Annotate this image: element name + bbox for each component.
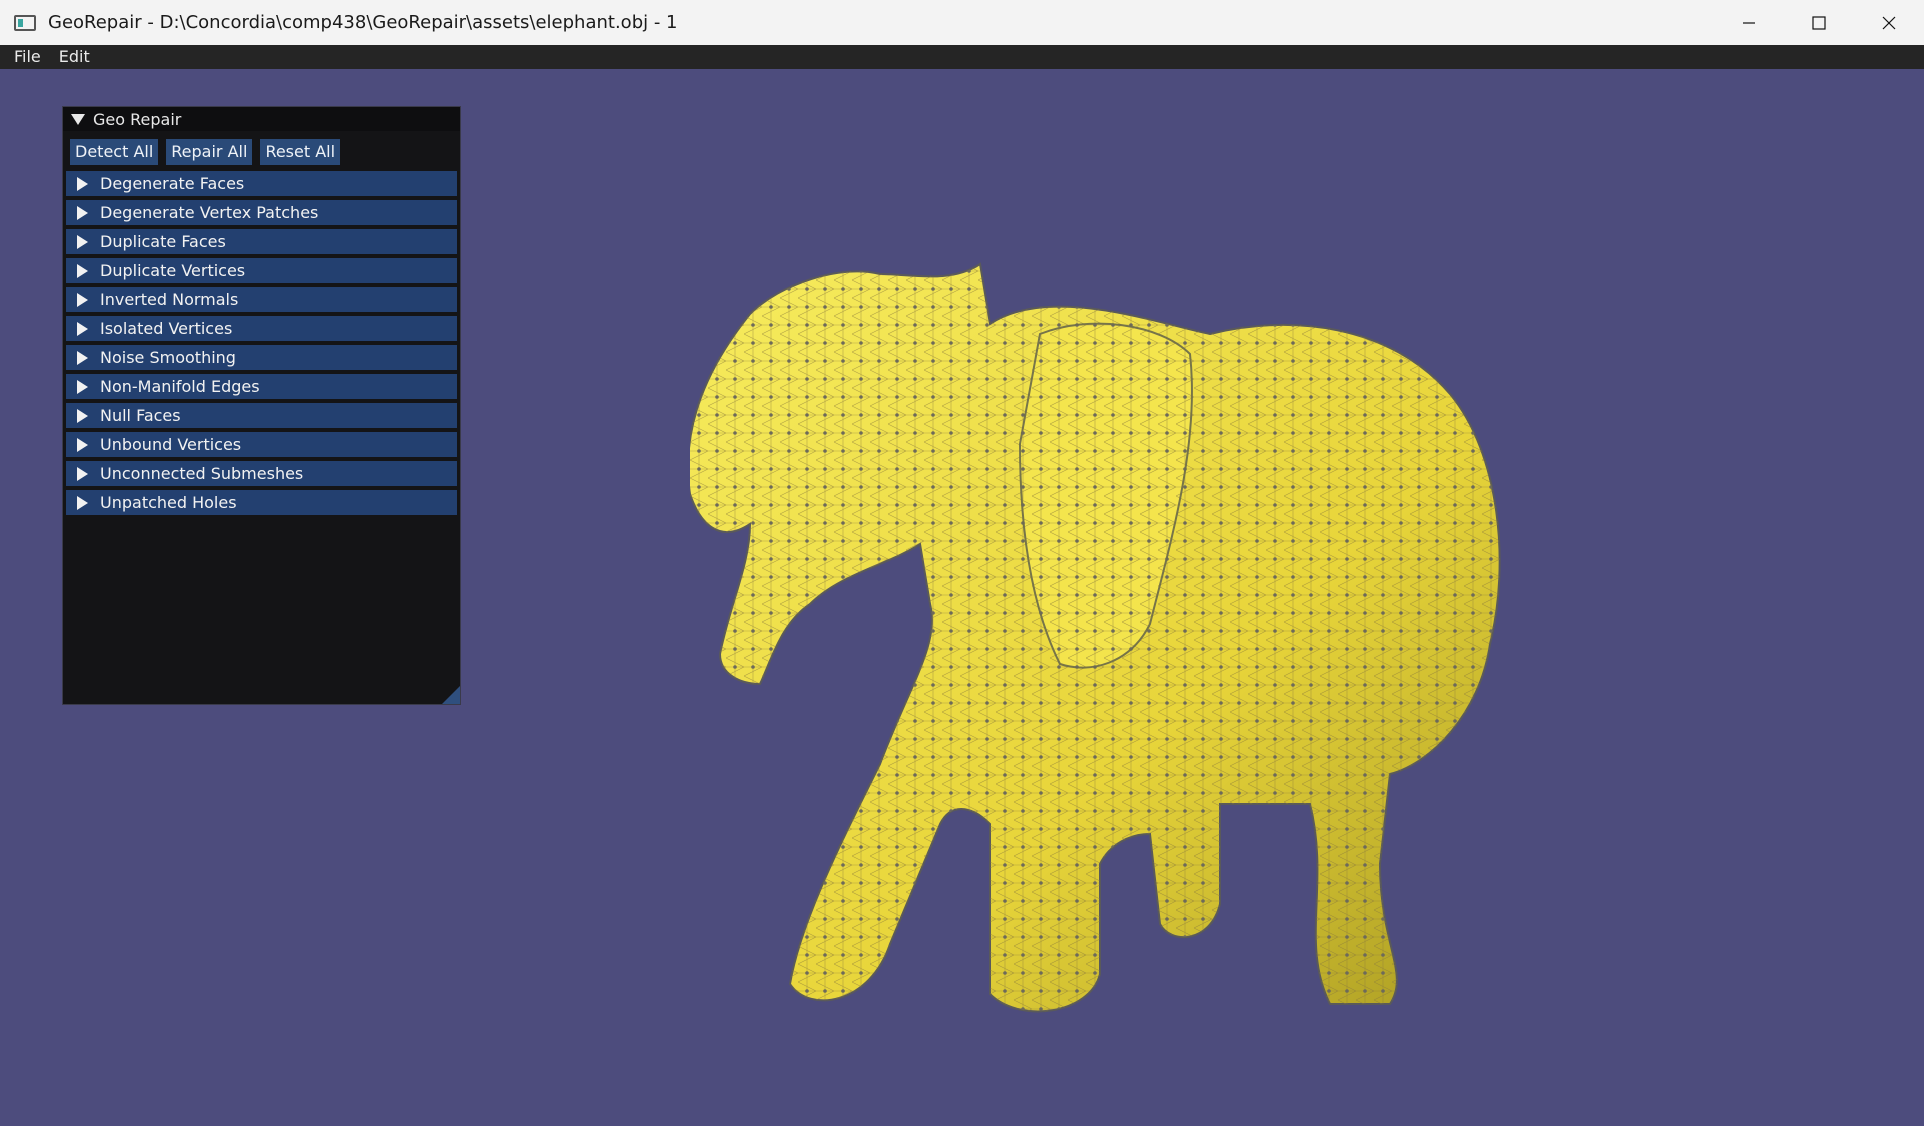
section-null-faces[interactable]: Null Faces bbox=[66, 403, 457, 428]
section-label: Degenerate Faces bbox=[100, 174, 245, 193]
section-noise-smoothing[interactable]: Noise Smoothing bbox=[66, 345, 457, 370]
section-list: Degenerate Faces Degenerate Vertex Patch… bbox=[63, 165, 460, 515]
maximize-icon bbox=[1812, 15, 1826, 30]
panel-header[interactable]: Geo Repair bbox=[63, 107, 460, 131]
detect-all-button[interactable]: Detect All bbox=[70, 139, 159, 165]
section-label: Duplicate Faces bbox=[100, 232, 226, 251]
reset-all-button[interactable]: Reset All bbox=[260, 139, 341, 165]
panel-actions: Detect All Repair All Reset All bbox=[63, 131, 460, 165]
window-controls bbox=[1714, 0, 1924, 45]
menu-bar: File Edit bbox=[0, 45, 1924, 69]
expand-arrow-icon bbox=[77, 321, 88, 336]
minimize-button[interactable] bbox=[1714, 0, 1784, 45]
expand-arrow-icon bbox=[77, 234, 88, 249]
section-label: Null Faces bbox=[100, 406, 181, 425]
expand-arrow-icon bbox=[77, 466, 88, 481]
maximize-button[interactable] bbox=[1784, 0, 1854, 45]
expand-arrow-icon bbox=[77, 350, 88, 365]
expand-arrow-icon bbox=[77, 437, 88, 452]
expand-arrow-icon bbox=[77, 408, 88, 423]
close-icon bbox=[1882, 16, 1896, 29]
section-inverted-normals[interactable]: Inverted Normals bbox=[66, 287, 457, 312]
section-label: Degenerate Vertex Patches bbox=[100, 203, 319, 222]
section-unbound-vertices[interactable]: Unbound Vertices bbox=[66, 432, 457, 457]
section-unpatched-holes[interactable]: Unpatched Holes bbox=[66, 490, 457, 515]
collapse-arrow-icon[interactable] bbox=[71, 113, 85, 125]
section-duplicate-faces[interactable]: Duplicate Faces bbox=[66, 229, 457, 254]
section-isolated-vertices[interactable]: Isolated Vertices bbox=[66, 316, 457, 341]
section-label: Inverted Normals bbox=[100, 290, 239, 309]
section-label: Duplicate Vertices bbox=[100, 261, 246, 280]
elephant-mesh[interactable] bbox=[690, 244, 1570, 1044]
repair-all-button[interactable]: Repair All bbox=[166, 139, 253, 165]
window-title: GeoRepair - D:\Concordia\comp438\GeoRepa… bbox=[48, 12, 678, 33]
section-label: Unbound Vertices bbox=[100, 435, 242, 454]
app-icon bbox=[14, 14, 36, 31]
menu-file[interactable]: File bbox=[0, 45, 49, 69]
app-window: GeoRepair - D:\Concordia\comp438\GeoRepa… bbox=[0, 0, 1924, 1126]
expand-arrow-icon bbox=[77, 379, 88, 394]
close-button[interactable] bbox=[1854, 0, 1924, 45]
section-unconnected-submeshes[interactable]: Unconnected Submeshes bbox=[66, 461, 457, 486]
title-bar[interactable]: GeoRepair - D:\Concordia\comp438\GeoRepa… bbox=[0, 0, 1924, 46]
section-label: Unpatched Holes bbox=[100, 493, 237, 512]
expand-arrow-icon bbox=[77, 263, 88, 278]
section-non-manifold-edges[interactable]: Non-Manifold Edges bbox=[66, 374, 457, 399]
section-degenerate-faces[interactable]: Degenerate Faces bbox=[66, 171, 457, 196]
section-label: Non-Manifold Edges bbox=[100, 377, 260, 396]
geo-repair-panel: Geo Repair Detect All Repair All Reset A… bbox=[62, 106, 461, 705]
menu-edit[interactable]: Edit bbox=[49, 45, 98, 69]
expand-arrow-icon bbox=[77, 495, 88, 510]
section-label: Isolated Vertices bbox=[100, 319, 233, 338]
section-duplicate-vertices[interactable]: Duplicate Vertices bbox=[66, 258, 457, 283]
expand-arrow-icon bbox=[77, 176, 88, 191]
panel-title: Geo Repair bbox=[93, 109, 182, 129]
minimize-icon bbox=[1743, 21, 1755, 24]
expand-arrow-icon bbox=[77, 292, 88, 307]
section-degenerate-vertex-patches[interactable]: Degenerate Vertex Patches bbox=[66, 200, 457, 225]
section-label: Unconnected Submeshes bbox=[100, 464, 304, 483]
expand-arrow-icon bbox=[77, 205, 88, 220]
section-label: Noise Smoothing bbox=[100, 348, 236, 367]
resize-grip-icon[interactable] bbox=[442, 686, 460, 704]
